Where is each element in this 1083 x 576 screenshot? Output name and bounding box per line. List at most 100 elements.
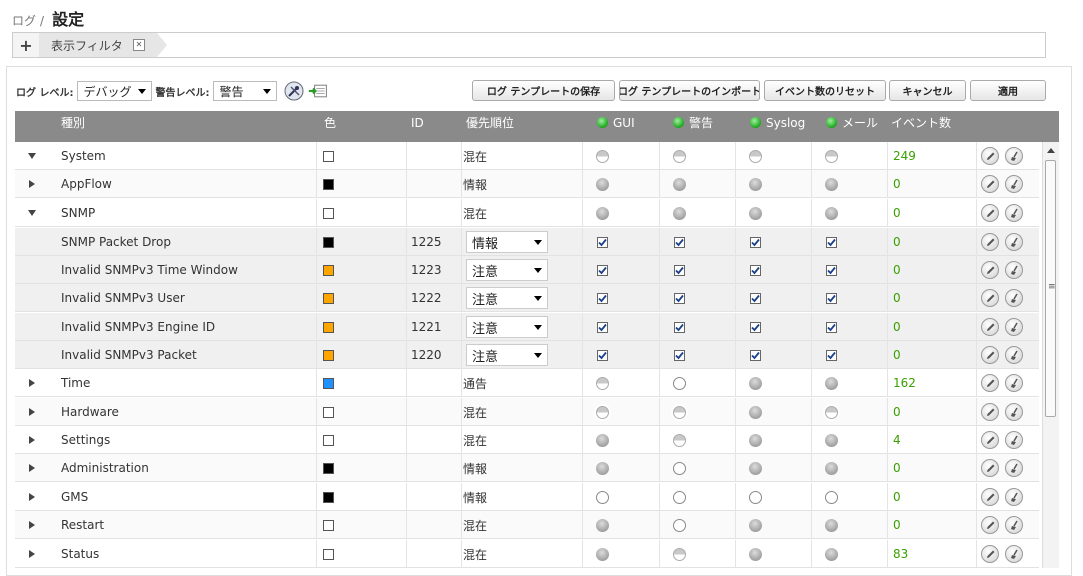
- alert-checkbox[interactable]: [674, 264, 685, 276]
- broom-icon[interactable]: [1005, 545, 1023, 563]
- broom-icon[interactable]: [1005, 289, 1023, 307]
- add-filter-button[interactable]: +: [13, 33, 40, 57]
- header-syslog[interactable]: Syslog: [750, 111, 805, 142]
- expand-toggle[interactable]: [25, 483, 39, 511]
- priority-select[interactable]: 注意: [466, 287, 548, 309]
- color-swatch[interactable]: [323, 321, 334, 333]
- priority-select[interactable]: 情報: [466, 231, 548, 253]
- color-swatch[interactable]: [323, 349, 334, 361]
- mail-status-indicator[interactable]: [825, 461, 838, 475]
- broom-icon[interactable]: [1005, 147, 1023, 165]
- broom-icon[interactable]: [1005, 431, 1023, 449]
- expand-toggle[interactable]: [25, 398, 39, 426]
- mail-status-indicator[interactable]: [825, 405, 838, 419]
- broom-icon[interactable]: [1005, 175, 1023, 193]
- header-events[interactable]: イベント数: [891, 111, 951, 142]
- gui-status-indicator[interactable]: [596, 433, 609, 447]
- syslog-status-indicator[interactable]: [749, 206, 762, 220]
- alert-status-indicator[interactable]: [673, 547, 686, 561]
- table-scrollbar[interactable]: ≡: [1042, 142, 1059, 568]
- breadcrumb-parent[interactable]: ログ: [12, 12, 36, 29]
- mail-status-indicator[interactable]: [825, 376, 838, 390]
- display-filter-tab[interactable]: 表示フィルタ ✕: [39, 33, 167, 57]
- close-icon[interactable]: ✕: [133, 39, 145, 51]
- color-swatch[interactable]: [323, 150, 334, 162]
- reset-events-button[interactable]: イベント数のリセット: [764, 80, 886, 101]
- alert-status-indicator[interactable]: [673, 518, 686, 532]
- alert-level-select[interactable]: 警告: [213, 81, 278, 101]
- header-id[interactable]: ID: [411, 111, 424, 142]
- alert-status-indicator[interactable]: [673, 177, 686, 191]
- color-swatch[interactable]: [323, 548, 334, 560]
- tools-icon[interactable]: [284, 81, 304, 101]
- alert-checkbox[interactable]: [674, 321, 685, 333]
- table-row[interactable]: AppFlow 情報 0: [15, 170, 1039, 198]
- alert-checkbox[interactable]: [674, 349, 685, 361]
- expand-toggle[interactable]: [25, 426, 39, 454]
- mail-checkbox[interactable]: [826, 264, 837, 276]
- import-template-button[interactable]: ログ テンプレートのインポート: [619, 80, 760, 101]
- gui-checkbox[interactable]: [597, 292, 608, 304]
- color-swatch[interactable]: [323, 236, 334, 248]
- gui-status-indicator[interactable]: [596, 405, 609, 419]
- syslog-checkbox[interactable]: [750, 264, 761, 276]
- header-priority[interactable]: 優先順位: [466, 111, 514, 142]
- header-alert[interactable]: 警告: [673, 111, 713, 142]
- priority-select[interactable]: 注意: [466, 344, 548, 366]
- apply-button[interactable]: 適用: [970, 80, 1046, 101]
- color-swatch[interactable]: [323, 491, 334, 503]
- table-row[interactable]: SNMP Packet Drop 1225 情報 0: [15, 228, 1039, 256]
- pencil-icon[interactable]: [981, 403, 999, 421]
- pencil-icon[interactable]: [981, 204, 999, 222]
- syslog-checkbox[interactable]: [750, 236, 761, 248]
- pencil-icon[interactable]: [981, 175, 999, 193]
- mail-status-indicator[interactable]: [825, 177, 838, 191]
- expand-toggle[interactable]: [25, 454, 39, 482]
- expand-toggle[interactable]: [25, 369, 39, 397]
- scroll-thumb[interactable]: ≡: [1045, 160, 1056, 417]
- pencil-icon[interactable]: [981, 289, 999, 307]
- export-icon[interactable]: [308, 81, 328, 101]
- pencil-icon[interactable]: [981, 431, 999, 449]
- pencil-icon[interactable]: [981, 318, 999, 336]
- alert-checkbox[interactable]: [674, 292, 685, 304]
- alert-status-indicator[interactable]: [673, 376, 686, 390]
- table-row[interactable]: Time 通告 162: [15, 369, 1039, 397]
- pencil-icon[interactable]: [981, 261, 999, 279]
- header-gui[interactable]: GUI: [597, 111, 635, 142]
- table-row[interactable]: Hardware 混在 0: [15, 398, 1039, 426]
- mail-status-indicator[interactable]: [825, 149, 838, 163]
- header-category[interactable]: 種別: [61, 111, 85, 142]
- broom-icon[interactable]: [1005, 261, 1023, 279]
- alert-status-indicator[interactable]: [673, 461, 686, 475]
- expand-toggle[interactable]: [25, 170, 39, 198]
- header-color[interactable]: 色: [324, 111, 336, 142]
- syslog-status-indicator[interactable]: [749, 490, 762, 504]
- alert-status-indicator[interactable]: [673, 149, 686, 163]
- expand-toggle[interactable]: [25, 511, 39, 539]
- color-swatch[interactable]: [323, 462, 334, 474]
- alert-status-indicator[interactable]: [673, 490, 686, 504]
- expand-toggle[interactable]: [25, 199, 39, 227]
- syslog-status-indicator[interactable]: [749, 433, 762, 447]
- gui-checkbox[interactable]: [597, 236, 608, 248]
- color-swatch[interactable]: [323, 377, 334, 389]
- pencil-icon[interactable]: [981, 545, 999, 563]
- table-row[interactable]: Administration 情報 0: [15, 454, 1039, 482]
- syslog-status-indicator[interactable]: [749, 376, 762, 390]
- scroll-up-icon[interactable]: [1047, 148, 1055, 153]
- broom-icon[interactable]: [1005, 233, 1023, 251]
- table-row[interactable]: Invalid SNMPv3 Packet 1220 注意 0: [15, 341, 1039, 369]
- syslog-status-indicator[interactable]: [749, 405, 762, 419]
- mail-status-indicator[interactable]: [825, 547, 838, 561]
- expand-toggle[interactable]: [25, 142, 39, 170]
- table-row[interactable]: Invalid SNMPv3 Engine ID 1221 注意 0: [15, 313, 1039, 341]
- syslog-status-indicator[interactable]: [749, 149, 762, 163]
- expand-toggle[interactable]: [25, 540, 39, 568]
- mail-checkbox[interactable]: [826, 292, 837, 304]
- gui-checkbox[interactable]: [597, 349, 608, 361]
- log-level-select[interactable]: デバッグ: [77, 81, 153, 101]
- priority-select[interactable]: 注意: [466, 316, 548, 338]
- syslog-checkbox[interactable]: [750, 349, 761, 361]
- color-swatch[interactable]: [323, 178, 334, 190]
